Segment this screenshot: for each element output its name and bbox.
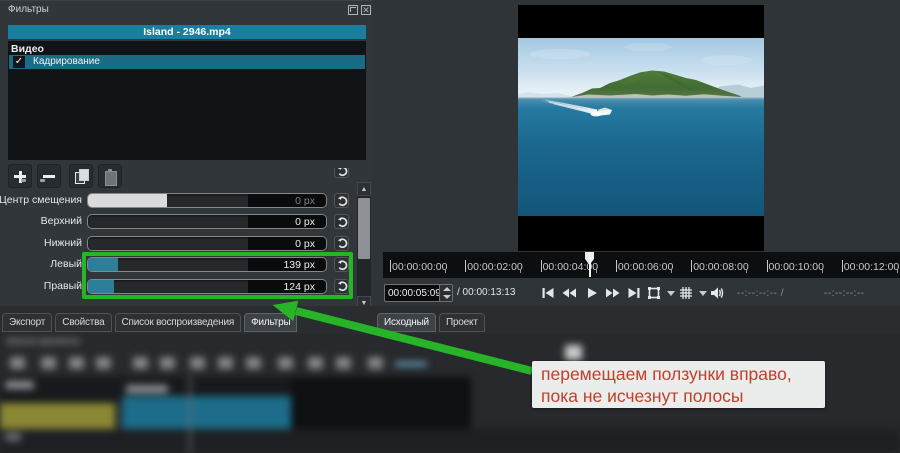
- volume-button[interactable]: [709, 285, 725, 301]
- scroll-up-icon[interactable]: ▲: [357, 182, 371, 196]
- skip-to-start-button[interactable]: [540, 285, 556, 301]
- blurred-icon[interactable]: [218, 357, 233, 369]
- selected-duration-placeholder: --:--:--:-- /: [737, 288, 784, 299]
- panel-tab[interactable]: Свойства: [55, 313, 111, 332]
- param-slider[interactable]: 0 px: [87, 214, 327, 229]
- annotation-box: перемещаем ползунки вправо, пока не исче…: [532, 361, 825, 408]
- param-slider[interactable]: 0 px: [87, 193, 327, 208]
- blurred-icon[interactable]: [336, 357, 351, 369]
- panel-tab[interactable]: Экспорт: [2, 313, 52, 332]
- rewind-button[interactable]: [561, 285, 577, 301]
- param-slider[interactable]: 0 px: [87, 236, 327, 251]
- timeline-title: Шкала времени: [6, 336, 79, 347]
- params-scrollbar[interactable]: ▲ ▼: [357, 182, 371, 310]
- playhead-line: [589, 252, 591, 277]
- blurred-icon[interactable]: [41, 357, 56, 369]
- blurred-icon[interactable]: [190, 357, 205, 369]
- in-out-placeholder: --:--:--:--: [824, 288, 864, 299]
- paste-filters-button[interactable]: [98, 164, 122, 188]
- param-value: 0 px: [295, 215, 315, 229]
- param-value: 0 px: [295, 194, 315, 208]
- skip-to-end-button[interactable]: [626, 285, 642, 301]
- filter-checkbox[interactable]: ✓: [13, 56, 25, 68]
- param-label: Центр смещения: [0, 193, 82, 208]
- zoom-fit-button[interactable]: [646, 285, 662, 301]
- param-reset-button[interactable]: [334, 214, 349, 229]
- filter-row-crop[interactable]: ✓ Кадрирование: [9, 55, 365, 69]
- param-label: Левый: [0, 257, 82, 272]
- track-label-blob: [5, 433, 21, 441]
- play-button[interactable]: [584, 285, 600, 301]
- grid-dropdown-icon[interactable]: [699, 291, 707, 296]
- player-tab[interactable]: Исходный: [377, 313, 436, 332]
- timeline-lower-track: [0, 429, 900, 453]
- total-duration: / 00:00:13:13: [457, 287, 515, 298]
- bottom-tab-strip: ЭкспортСвойстваСписок воспроизведенияФил…: [0, 306, 900, 334]
- filters-panel-title: Фильтры: [8, 4, 49, 15]
- timeline-clip-yellow[interactable]: [0, 403, 115, 429]
- scrollbar-thumb[interactable]: [358, 198, 370, 259]
- blurred-icon: [565, 345, 582, 360]
- spin-down-icon[interactable]: [443, 295, 451, 299]
- clip-title-bar: Island - 2946.mp4: [8, 25, 366, 39]
- scrolled-widget-remnant: [21, 179, 26, 182]
- annotation-line2: пока не исчезнут полосы: [541, 386, 825, 408]
- filter-group-label: Видео: [11, 43, 44, 55]
- player-tab[interactable]: Проект: [439, 313, 485, 332]
- param-slider-fill: [88, 194, 167, 207]
- current-position[interactable]: 00:00:05:09: [388, 288, 441, 299]
- clip-label-blob: [5, 381, 34, 389]
- zoom-dropdown-icon[interactable]: [667, 291, 675, 296]
- param-label: Нижний: [0, 236, 82, 251]
- panel-tab[interactable]: Список воспроизведения: [115, 313, 242, 332]
- param-reset-button[interactable]: [334, 236, 349, 251]
- float-panel-icon[interactable]: [348, 5, 358, 15]
- player-panel: 00:00:00:00 00:00:02:00 00:00:04:00 00:0…: [372, 0, 900, 306]
- timecode-spin-buttons[interactable]: [439, 285, 452, 301]
- highlight-rectangle: [82, 252, 353, 299]
- param-label: Верхний: [0, 214, 82, 229]
- param-reset-button[interactable]: [334, 193, 349, 208]
- annotation-line1: перемещаем ползунки вправо,: [541, 364, 825, 386]
- spin-up-icon[interactable]: [443, 287, 451, 291]
- blurred-icon[interactable]: [368, 357, 383, 369]
- grid-button[interactable]: [678, 285, 694, 301]
- remove-filter-button[interactable]: [37, 164, 61, 188]
- blurred-icon[interactable]: [308, 357, 323, 369]
- blurred-icon[interactable]: [96, 357, 111, 369]
- param-value: 0 px: [295, 237, 315, 251]
- filter-param-row: Нижний 0 px: [0, 236, 372, 251]
- copy-filters-button[interactable]: [69, 164, 93, 188]
- timeline-empty-zone: [291, 377, 471, 429]
- blurred-icon[interactable]: [246, 357, 261, 369]
- add-filter-button[interactable]: [8, 164, 32, 188]
- timeline-progress-dash: [395, 362, 427, 366]
- filter-param-row: Центр смещения 0 px: [0, 193, 372, 208]
- blurred-icon[interactable]: [10, 357, 25, 369]
- blurred-icon[interactable]: [133, 357, 148, 369]
- timeline-clip-teal[interactable]: [122, 396, 291, 429]
- blurred-icon[interactable]: [278, 357, 293, 369]
- filter-list: Видео ✓ Кадрирование: [8, 41, 366, 160]
- fast-forward-button[interactable]: [605, 285, 621, 301]
- shotcut-window: Фильтры ✕ Island - 2946.mp4 Видео ✓ Кадр…: [0, 0, 900, 453]
- blurred-icon[interactable]: [160, 357, 175, 369]
- timeline-ruler[interactable]: 00:00:00:00 00:00:02:00 00:00:04:00 00:0…: [383, 252, 900, 278]
- param-label: Правый: [0, 279, 82, 294]
- partial-reset-button[interactable]: [334, 168, 349, 179]
- timecode-spinbox[interactable]: 00:00:05:09: [384, 284, 453, 302]
- filter-param-row: Верхний 0 px: [0, 214, 372, 229]
- clip-label-blob: [126, 385, 168, 393]
- panel-tab[interactable]: Фильтры: [244, 313, 297, 332]
- blurred-icon[interactable]: [69, 357, 84, 369]
- video-preview: [518, 5, 764, 251]
- close-panel-icon[interactable]: ✕: [361, 5, 371, 15]
- scrolled-widget-remnant: [40, 179, 45, 182]
- video-frame: [518, 5, 764, 251]
- timeline-playhead[interactable]: [189, 375, 191, 453]
- filter-name: Кадрирование: [33, 56, 100, 68]
